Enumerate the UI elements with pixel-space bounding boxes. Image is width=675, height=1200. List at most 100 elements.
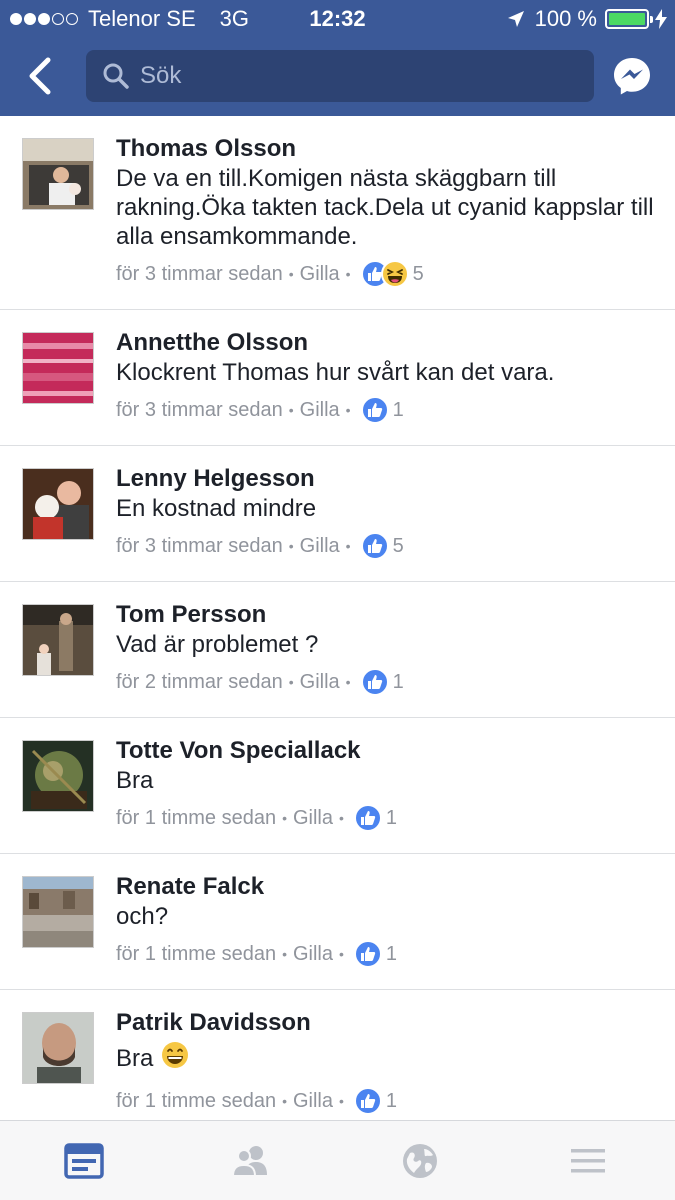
menu-icon [571, 1149, 605, 1173]
messenger-icon [614, 58, 650, 95]
commenter-name[interactable]: Tom Persson [116, 600, 659, 630]
like-link[interactable]: Gilla [293, 943, 333, 966]
comment-text: och? [116, 903, 169, 930]
commenter-name[interactable]: Thomas Olsson [116, 134, 659, 164]
charging-bolt-icon [655, 9, 667, 29]
comment-meta: för 2 timmar sedan • Gilla • 1 [116, 667, 659, 697]
comment-body: Tom Persson Vad är problemet ? för 2 tim… [116, 600, 659, 697]
comment-time: för 1 timme sedan [116, 806, 277, 829]
reaction-count[interactable]: 1 [393, 399, 404, 422]
like-reaction-icon[interactable] [360, 532, 389, 560]
like-reaction-icon[interactable] [353, 804, 382, 832]
avatar[interactable] [22, 332, 94, 404]
battery-percent: 100 % [534, 6, 597, 31]
commenter-name[interactable]: Lenny Helgesson [116, 464, 659, 494]
comment-time: för 3 timmar sedan [116, 534, 283, 557]
location-arrow-icon [507, 11, 524, 27]
comment-body: Annetthe Olsson Klockrent Thomas hur svå… [116, 328, 659, 425]
meta-separator: • [345, 538, 351, 554]
chevron-left-icon [29, 57, 51, 95]
comment-meta: för 3 timmar sedan • Gilla • 5 [116, 531, 659, 561]
comment-body: Renate Falck och? för 1 timme sedan • Gi… [116, 872, 659, 969]
commenter-name[interactable]: Patrik Davidsson [116, 1008, 659, 1038]
avatar[interactable] [22, 876, 94, 948]
tab-menu[interactable] [566, 1139, 610, 1183]
comment-meta: för 1 timme sedan • Gilla • 1 [116, 939, 659, 969]
status-bar: Telenor SE 3G 12:32 100 % [0, 0, 675, 38]
like-reaction-icon[interactable] [353, 940, 382, 968]
status-right: 100 % [507, 6, 667, 32]
search-icon [103, 63, 129, 89]
like-link[interactable]: Gilla [300, 263, 340, 286]
comment-body: Totte Von Speciallack Bra för 1 timme se… [116, 736, 659, 833]
like-reaction-icon[interactable] [360, 396, 389, 424]
reaction-count[interactable]: 1 [386, 807, 397, 830]
avatar[interactable] [22, 138, 94, 210]
reaction-count[interactable]: 1 [386, 1090, 397, 1113]
notifications-globe-icon [403, 1144, 437, 1178]
reaction-count[interactable]: 5 [393, 535, 404, 558]
meta-separator: • [288, 674, 294, 690]
like-link[interactable]: Gilla [300, 671, 340, 694]
meta-separator: • [282, 946, 287, 962]
comment-item: Annetthe Olsson Klockrent Thomas hur svå… [0, 310, 675, 446]
search-input[interactable] [140, 62, 580, 90]
commenter-name[interactable]: Annetthe Olsson [116, 328, 659, 358]
search-box[interactable] [86, 50, 594, 102]
comment-meta: för 3 timmar sedan • Gilla • 1 [116, 395, 659, 425]
meta-separator: • [345, 266, 351, 282]
comment-body: Lenny Helgesson En kostnad mindre för 3 … [116, 464, 659, 561]
meta-separator: • [282, 1093, 287, 1109]
messenger-button[interactable] [612, 56, 652, 96]
comment-body: Patrik Davidsson Bra för 1 timme sedan •… [116, 1008, 659, 1116]
meta-separator: • [339, 1093, 344, 1109]
meta-separator: • [345, 674, 351, 690]
meta-separator: • [339, 810, 344, 826]
comment-time: för 3 timmar sedan [116, 262, 283, 285]
comment-time: för 2 timmar sedan [116, 670, 283, 693]
meta-separator: • [345, 402, 351, 418]
meta-separator: • [288, 266, 294, 282]
like-link[interactable]: Gilla [300, 535, 340, 558]
comment-text: En kostnad mindre [116, 495, 317, 522]
like-reaction-icon[interactable] [353, 1087, 382, 1115]
meta-separator: • [288, 402, 294, 418]
tab-notifications[interactable] [398, 1139, 442, 1183]
like-link[interactable]: Gilla [293, 807, 333, 830]
meta-separator: • [282, 810, 287, 826]
avatar[interactable] [22, 740, 94, 812]
app-header: Telenor SE 3G 12:32 100 % [0, 0, 675, 116]
meta-separator: • [288, 538, 294, 554]
tab-friends[interactable] [229, 1139, 273, 1183]
reaction-count[interactable]: 1 [393, 671, 404, 694]
comment-meta: för 1 timme sedan • Gilla • 1 [116, 1086, 659, 1116]
comment-text: Bra [116, 767, 154, 794]
comment-item: Thomas Olsson De va en till.Komigen näst… [0, 116, 675, 310]
like-reaction-icon[interactable] [360, 668, 389, 696]
like-link[interactable]: Gilla [300, 399, 340, 422]
news-feed-icon [64, 1143, 104, 1179]
commenter-name[interactable]: Totte Von Speciallack [116, 736, 659, 766]
nav-bar [0, 38, 675, 116]
comment-text: De va en till.Komigen nästa skäggbarn ti… [116, 165, 654, 250]
friends-icon [231, 1146, 267, 1177]
reaction-count[interactable]: 5 [413, 263, 424, 286]
comment-text: Vad är problemet ? [116, 631, 319, 658]
meta-separator: • [339, 946, 344, 962]
like-link[interactable]: Gilla [293, 1090, 333, 1113]
avatar[interactable] [22, 468, 94, 540]
avatar[interactable] [22, 604, 94, 676]
tab-news-feed[interactable] [62, 1139, 106, 1183]
tab-bar [0, 1120, 675, 1200]
comment-list: Thomas Olsson De va en till.Komigen näst… [0, 116, 675, 1122]
back-button[interactable] [20, 54, 60, 98]
reaction-count[interactable]: 1 [386, 943, 397, 966]
comment-meta: för 3 timmar sedan • Gilla • 5 [116, 259, 659, 289]
avatar[interactable] [22, 1012, 94, 1084]
commenter-name[interactable]: Renate Falck [116, 872, 659, 902]
comment-item: Tom Persson Vad är problemet ? för 2 tim… [0, 582, 675, 718]
comment-item: Lenny Helgesson En kostnad mindre för 3 … [0, 446, 675, 582]
comment-body: Thomas Olsson De va en till.Komigen näst… [116, 134, 659, 289]
haha-reaction-icon[interactable] [380, 260, 409, 288]
comment-time: för 1 timme sedan [116, 1089, 277, 1112]
